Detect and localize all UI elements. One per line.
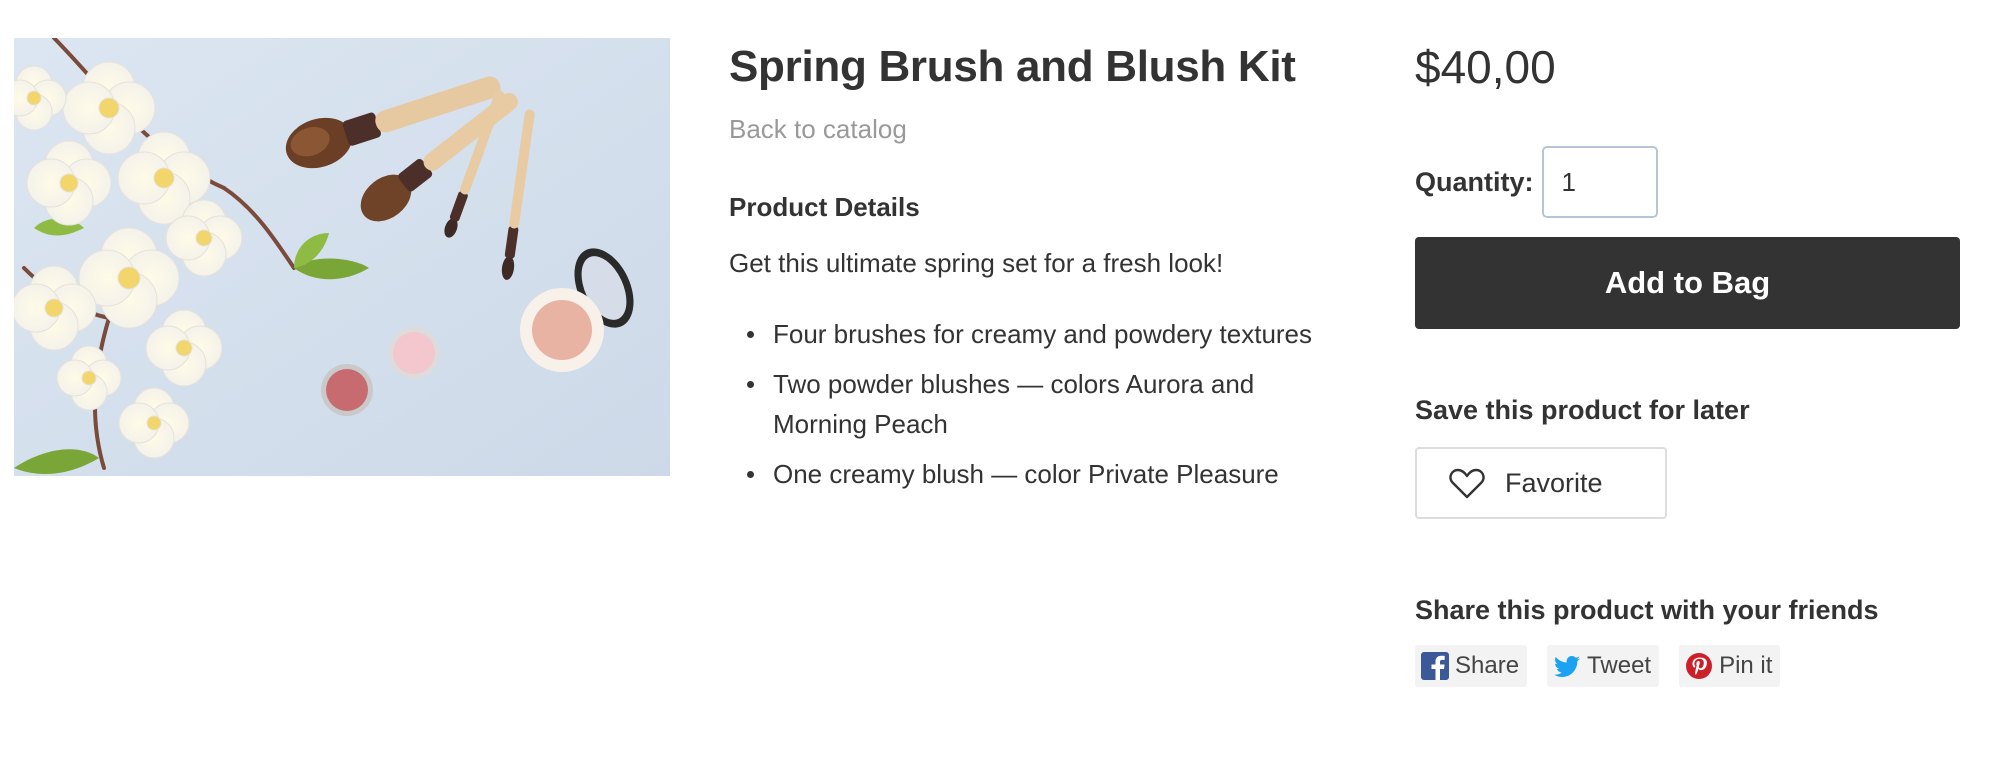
share-buttons: Share Tweet Pin it	[1415, 645, 1960, 687]
product-details: Spring Brush and Blush Kit Back to catal…	[729, 38, 1349, 504]
favorite-button[interactable]: Favorite	[1415, 447, 1667, 519]
quantity-input[interactable]	[1541, 146, 1658, 218]
purchase-panel: $40,00 Quantity: Add to Bag Save this pr…	[1415, 38, 1960, 687]
facebook-share-button[interactable]: Share	[1415, 645, 1528, 687]
quantity-row: Quantity:	[1415, 146, 1960, 218]
feature-item: Two powder blushes — colors Aurora and M…	[729, 364, 1339, 444]
twitter-share-label: Tweet	[1587, 652, 1652, 679]
facebook-icon	[1421, 652, 1449, 680]
feature-list: Four brushes for creamy and powdery text…	[729, 314, 1349, 494]
save-for-later-heading: Save this product for later	[1415, 395, 1750, 425]
product-details-heading: Product Details	[729, 192, 920, 222]
pinterest-share-label: Pin it	[1719, 652, 1773, 679]
facebook-share-label: Share	[1455, 652, 1520, 679]
heart-icon	[1449, 468, 1485, 499]
add-to-bag-button[interactable]: Add to Bag	[1415, 237, 1960, 329]
product-description: Get this ultimate spring set for a fresh…	[729, 248, 1224, 278]
pinterest-share-button[interactable]: Pin it	[1679, 645, 1781, 687]
share-heading: Share this product with your friends	[1415, 595, 1879, 625]
quantity-label: Quantity:	[1415, 166, 1534, 197]
favorite-label: Favorite	[1505, 467, 1603, 498]
product-title: Spring Brush and Blush Kit	[729, 42, 1296, 91]
product-photo	[14, 38, 670, 476]
twitter-share-button[interactable]: Tweet	[1547, 645, 1660, 687]
twitter-icon	[1554, 656, 1581, 677]
product-price: $40,00	[1415, 41, 1556, 93]
pinterest-icon	[1686, 653, 1713, 679]
feature-item: One creamy blush — color Private Pleasur…	[729, 454, 1339, 494]
product-image	[14, 38, 670, 476]
feature-item: Four brushes for creamy and powdery text…	[729, 314, 1339, 354]
back-to-catalog-link[interactable]: Back to catalog	[729, 112, 907, 146]
